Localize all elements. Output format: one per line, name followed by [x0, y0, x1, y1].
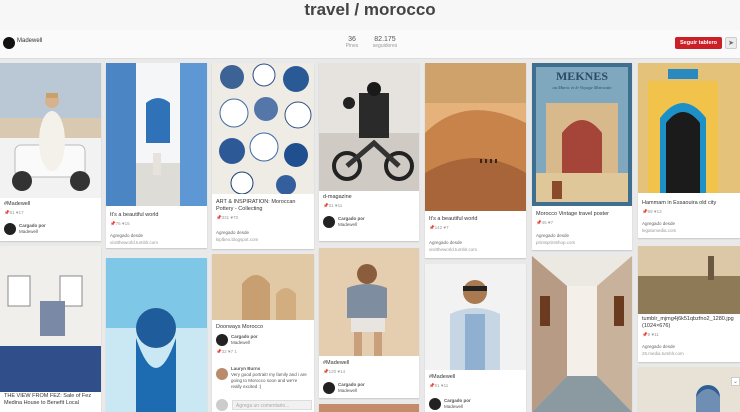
header: travel / morocco: [0, 0, 740, 30]
pin-image[interactable]: [106, 258, 207, 412]
source-url[interactable]: 25.media.tumblr.com: [642, 351, 684, 356]
pin-stats: 📌51 ♥11: [429, 383, 449, 388]
uploaded-by: Cargado por Madewell: [19, 223, 46, 234]
pin-card[interactable]: [532, 256, 632, 412]
pin-image[interactable]: [0, 246, 101, 392]
pin-stats: 📌120 ♥14: [323, 369, 346, 374]
source-label: Agregado desde: [642, 221, 676, 226]
followers-count: 82.175: [374, 36, 396, 43]
followers-label: seguidores: [372, 43, 398, 49]
pin-card[interactable]: d-magazine 📌31 ♥11 Cargado por Madewell: [319, 63, 419, 241]
uploader-avatar[interactable]: [429, 398, 441, 410]
poster-title: MEKNES: [556, 69, 608, 83]
pin-stats: 📌76 ♥15: [110, 221, 130, 226]
pin-image[interactable]: [638, 63, 740, 193]
pin-card[interactable]: tumblr_mjmg4j6k51qbzfno2_1280.jpg (1024×…: [638, 246, 740, 362]
pin-card[interactable]: THE VIEW FROM FEZ: Sale of Fez Medina Ho…: [0, 246, 101, 412]
pin-description: Morocco Vintage travel poster: [536, 211, 609, 217]
uploaded-by: Cargado por Madewell: [444, 398, 471, 409]
chevron-down-icon: ⌄: [732, 379, 739, 385]
pin-image[interactable]: [638, 246, 740, 314]
pin-image[interactable]: [319, 248, 419, 356]
source-url[interactable]: visittheworld.tumblr.com: [429, 247, 477, 252]
source-url[interactable]: kiplbeo.blogspot.com: [216, 237, 258, 242]
pin-stats: 📌31 ♥11: [323, 203, 343, 208]
pin-stats: 📌69 ♥13: [642, 209, 662, 214]
user-avatar: [216, 399, 228, 411]
pin-image[interactable]: [319, 63, 419, 191]
pin-description: Doorways Morocco: [216, 324, 264, 330]
pin-image[interactable]: [425, 264, 526, 370]
owner-name[interactable]: Madewell: [17, 38, 42, 44]
pin-card[interactable]: #Madewell 📌51 ♥17 Cargado por Madewell: [0, 63, 101, 241]
pin-card[interactable]: ART & INSPIRATION: Moroccan Pottery - Co…: [212, 63, 314, 249]
pin-stats: 📌45 ♥7: [536, 220, 554, 225]
source-url[interactable]: visittheworld.tumblr.com: [110, 240, 158, 245]
board-title: travel / morocco: [304, 0, 436, 19]
pin-image[interactable]: [319, 404, 419, 412]
pins-stat[interactable]: 36 Pines: [340, 36, 364, 49]
send-button[interactable]: ➤: [725, 37, 737, 49]
pin-description: Hammam in Essaouira old city: [642, 200, 717, 206]
uploaded-by: Cargado por Madewell: [231, 334, 258, 345]
pin-image[interactable]: [212, 254, 314, 320]
pin-description: #Madewell: [429, 374, 456, 380]
pin-image[interactable]: [106, 63, 207, 206]
owner-avatar[interactable]: [3, 37, 15, 49]
follow-board-button[interactable]: Seguir tablero: [675, 37, 722, 49]
pin-stats: 📌9 ♥11: [642, 332, 659, 337]
source-label: Agregado desde: [642, 344, 676, 349]
paper-plane-icon: ➤: [728, 40, 734, 47]
followers-stat[interactable]: 82.175 seguidores: [368, 36, 402, 49]
pin-description: #Madewell: [4, 201, 31, 207]
uploader-avatar[interactable]: [4, 223, 16, 235]
pin-card[interactable]: [319, 404, 419, 412]
pin-card[interactable]: [106, 258, 207, 412]
pin-card[interactable]: Hammam in Essaouira old city 📌69 ♥13 Agr…: [638, 63, 740, 238]
source-label: Agregado desde: [110, 233, 144, 238]
uploader-avatar[interactable]: [323, 382, 335, 394]
source-label: Agregado desde: [216, 230, 250, 235]
uploaded-by: Cargado por Madewell: [338, 382, 365, 393]
pin-card[interactable]: MEKNES au Maroc et le Voyage Marocain Mo…: [532, 63, 632, 250]
pin-image[interactable]: [0, 63, 101, 198]
pin-card[interactable]: #Madewell 📌51 ♥11 Cargado por Madewell: [425, 264, 526, 412]
pin-image[interactable]: [212, 63, 314, 194]
uploaded-by: Cargado por Madewell: [338, 216, 365, 227]
pin-stats: 📌32 ♥7 1: [216, 349, 237, 354]
source-url[interactable]: printsprintshop.com: [536, 240, 575, 245]
source-url[interactable]: legatomedia.com: [642, 228, 676, 233]
commenter-avatar[interactable]: [216, 368, 228, 380]
comment-input[interactable]: Agrega un comentario...: [232, 400, 312, 410]
pin-image[interactable]: [638, 367, 740, 412]
pin-description: It's a beautiful world: [429, 216, 478, 222]
source-label: Agregado desde: [429, 240, 463, 245]
pin-card[interactable]: Doorways Morocco Cargado por Madewell 📌32…: [212, 254, 314, 412]
pin-description: #Madewell: [323, 360, 350, 366]
pin-card[interactable]: It's a beautiful world 📌76 ♥15 Agregado …: [106, 63, 207, 248]
pin-card[interactable]: #Madewell 📌120 ♥14 Cargado por Madewell: [319, 248, 419, 398]
comment: Lauryn Burns Very good portrait! my famil…: [231, 366, 307, 389]
pins-count: 36: [348, 36, 356, 43]
pin-description: It's a beautiful world: [110, 212, 159, 218]
scroll-down-button[interactable]: ⌄: [731, 377, 740, 386]
pin-description: d-magazine: [323, 194, 352, 200]
poster-subtitle: au Maroc et le Voyage Marocain: [552, 85, 612, 90]
pin-image[interactable]: MEKNES au Maroc et le Voyage Marocain: [532, 63, 632, 206]
pin-image[interactable]: [425, 63, 526, 211]
pin-stats: 📌51 ♥17: [4, 210, 24, 215]
pin-card[interactable]: It's a beautiful world 📌142 ♥7 Agregado …: [425, 63, 526, 258]
pin-description: ART & INSPIRATION: Moroccan Pottery - Co…: [216, 199, 296, 212]
pin-card[interactable]: [638, 367, 740, 412]
pin-stats: 📌331 ♥70: [216, 215, 239, 220]
uploader-avatar[interactable]: [216, 334, 228, 346]
uploader-avatar[interactable]: [323, 216, 335, 228]
pin-image[interactable]: [532, 256, 632, 412]
source-label: Agregado desde: [536, 233, 570, 238]
pin-description: tumblr_mjmg4j6k51qbzfno2_1280.jpg (1024×…: [642, 316, 734, 329]
pins-label: Pines: [345, 43, 359, 49]
pin-description: THE VIEW FROM FEZ: Sale of Fez Medina Ho…: [4, 393, 92, 406]
pin-stats: 📌142 ♥7: [429, 225, 449, 230]
